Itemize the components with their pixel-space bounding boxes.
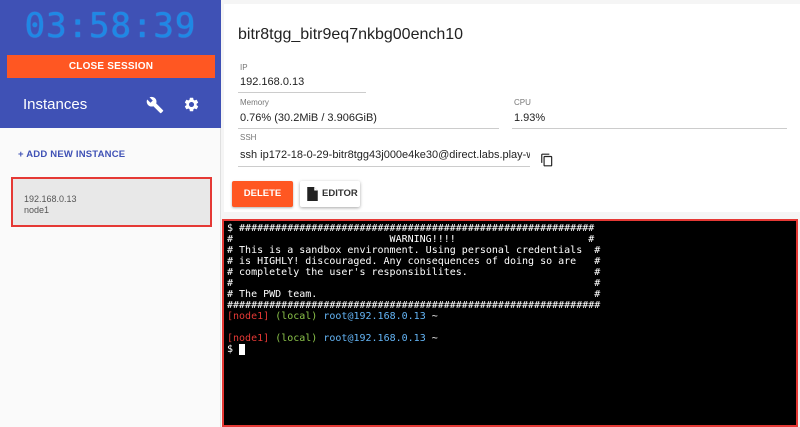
- banner-line: $ ######################################…: [227, 223, 595, 234]
- ip-underline: [238, 92, 366, 93]
- cpu-value: 1.93%: [514, 112, 546, 124]
- cpu-label: CPU: [514, 98, 531, 107]
- banner-line: # This is a sandbox environment. Using p…: [227, 245, 601, 256]
- instances-title: Instances: [23, 96, 88, 113]
- gear-icon[interactable]: [183, 96, 200, 113]
- banner-line: # completely the user's responsibilites.…: [227, 267, 601, 278]
- prompt-user: root@192.168.0.13: [323, 333, 426, 344]
- memory-label: Memory: [240, 98, 269, 107]
- terminal-cursor: [239, 344, 246, 355]
- session-timer: 03:58:39: [24, 6, 197, 46]
- sidebar: 03:58:39 CLOSE SESSION Instances + ADD N…: [0, 0, 221, 427]
- wrench-icon[interactable]: [146, 96, 164, 114]
- main-panel: bitr8tgg_bitr9eq7nkbg00ench10 IP 192.168…: [222, 4, 800, 427]
- ip-value: 192.168.0.13: [240, 76, 305, 88]
- instance-name: node1: [24, 205, 50, 215]
- ssh-command-input[interactable]: ssh ip172-18-0-29-bitr8tgg43j000e4ke30@d…: [240, 149, 530, 161]
- prompt-line: [node1] (local) root@192.168.0.13 ~: [227, 311, 793, 322]
- prompt-node: [node1]: [227, 311, 270, 322]
- memory-underline: [238, 128, 499, 129]
- input-line: $: [227, 344, 793, 355]
- ssh-underline: [238, 166, 530, 167]
- close-session-button[interactable]: CLOSE SESSION: [7, 55, 215, 78]
- dollar-prompt: $: [227, 344, 234, 355]
- file-icon: [307, 187, 318, 201]
- playground-app: 03:58:39 CLOSE SESSION Instances + ADD N…: [0, 0, 800, 427]
- banner-line: # is HIGHLY! discouraged. Any consequenc…: [227, 256, 601, 267]
- banner-line: ########################################…: [227, 300, 601, 311]
- add-new-instance-link[interactable]: + ADD NEW INSTANCE: [18, 149, 125, 160]
- prompt-local: (local): [275, 333, 318, 344]
- prompt-node: [node1]: [227, 333, 270, 344]
- ip-label: IP: [240, 63, 248, 72]
- prompt-user: root@192.168.0.13: [323, 311, 426, 322]
- banner-line: # The PWD team. #: [227, 289, 601, 300]
- editor-label: EDITOR: [322, 188, 358, 199]
- prompt-local: (local): [275, 311, 318, 322]
- prompt-dir: ~: [431, 311, 438, 322]
- sidebar-header: 03:58:39 CLOSE SESSION Instances: [0, 0, 221, 128]
- delete-button[interactable]: DELETE: [232, 181, 293, 207]
- banner-line: # WARNING!!!! #: [227, 234, 595, 245]
- ssh-label: SSH: [240, 133, 257, 142]
- banner-line: # #: [227, 278, 601, 289]
- instance-ip: 192.168.0.13: [24, 194, 77, 204]
- editor-button[interactable]: EDITOR: [300, 181, 360, 207]
- memory-value: 0.76% (30.2MiB / 3.906GiB): [240, 112, 377, 124]
- prompt-dir: ~: [431, 333, 438, 344]
- terminal[interactable]: $ ######################################…: [222, 219, 798, 427]
- instance-details-card: bitr8tgg_bitr9eq7nkbg00ench10 IP 192.168…: [224, 4, 800, 212]
- copy-icon[interactable]: [540, 152, 554, 168]
- instance-item-node1[interactable]: 192.168.0.13 node1: [11, 177, 212, 227]
- cpu-underline: [512, 128, 787, 129]
- prompt-line: [node1] (local) root@192.168.0.13 ~: [227, 333, 793, 344]
- hostname-title: bitr8tgg_bitr9eq7nkbg00ench10: [238, 26, 464, 43]
